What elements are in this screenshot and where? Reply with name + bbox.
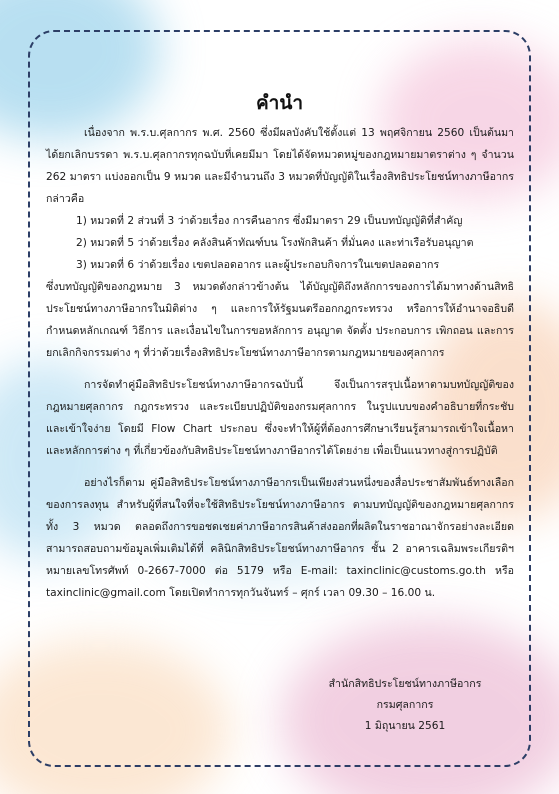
paragraph-contact: อย่างไรก็ตาม คู่มือสิทธิประโยชน์ทางภาษีอ…	[46, 477, 514, 599]
paragraph-manual-purpose: การจัดทำคู่มือสิทธิประโยชน์ทางภาษีอากรฉบ…	[46, 379, 514, 457]
signature-date: 1 มิถุนายน 2561	[364, 720, 446, 732]
paragraph-intro: เนื่องจาก พ.ร.บ.ศุลกากร พ.ศ. 2560 ซึ่งมี…	[46, 127, 514, 205]
page-title: คำนำ	[255, 92, 304, 114]
document-body: เนื่องจาก พ.ร.บ.ศุลกากร พ.ศ. 2560 ซึ่งมี…	[46, 122, 514, 604]
list-item: 3) หมวดที่ 6 ว่าด้วยเรื่อง เขตปลอดอากร แ…	[76, 259, 440, 271]
paragraph-provisions: ซึ่งบทบัญญัติของกฎหมาย 3 หมวดดังกล่าวข้า…	[46, 281, 514, 359]
signature-block: สำนักสิทธิประโยชน์ทางภาษีอากร กรมศุลกากร…	[300, 674, 510, 737]
list-item: 2) หมวดที่ 5 ว่าด้วยเรื่อง คลังสินค้าทัณ…	[76, 237, 474, 249]
signature-office: สำนักสิทธิประโยชน์ทางภาษีอากร	[328, 678, 482, 690]
chapter-list: 1) หมวดที่ 2 ส่วนที่ 3 ว่าด้วยเรื่อง การ…	[46, 210, 514, 276]
list-item: 1) หมวดที่ 2 ส่วนที่ 3 ว่าด้วยเรื่อง การ…	[76, 215, 463, 227]
signature-department: กรมศุลกากร	[376, 699, 434, 711]
